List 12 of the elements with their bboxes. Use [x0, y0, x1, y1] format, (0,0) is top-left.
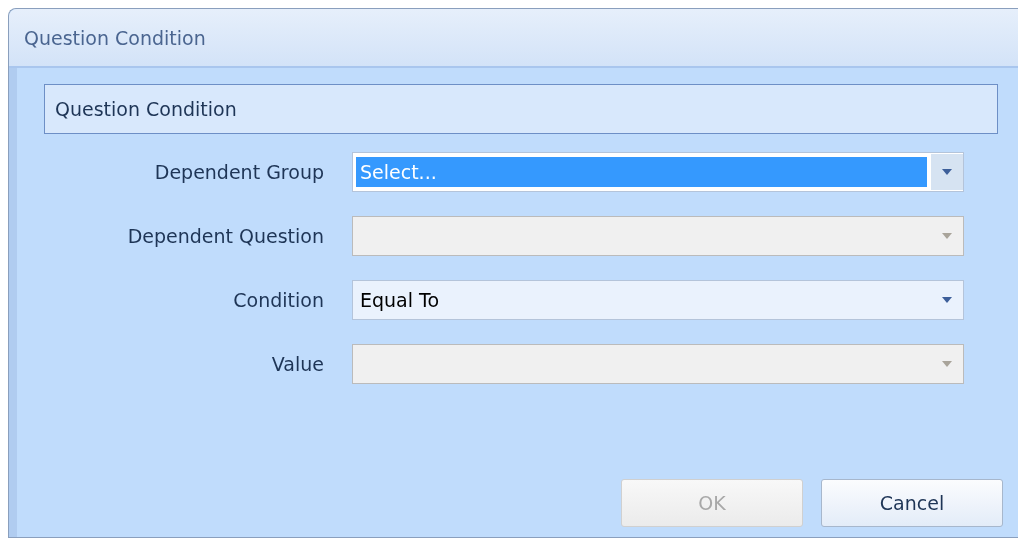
dropdown-arrow-icon[interactable]	[942, 297, 952, 303]
group-header: Question Condition	[44, 84, 998, 134]
dropdown-value: Select...	[356, 157, 927, 187]
field-label: Dependent Group	[153, 161, 324, 183]
dropdown-arrow-icon[interactable]	[942, 169, 952, 175]
field-label: Value	[270, 353, 324, 375]
field-label: Condition	[232, 289, 324, 311]
dropdown-value: Equal To	[359, 288, 441, 313]
window-title: Question Condition	[24, 26, 206, 49]
field-label: Dependent Question	[126, 225, 324, 247]
dropdown-field[interactable]: Equal To	[352, 280, 964, 320]
dialog-button[interactable]: Cancel	[821, 479, 1003, 527]
